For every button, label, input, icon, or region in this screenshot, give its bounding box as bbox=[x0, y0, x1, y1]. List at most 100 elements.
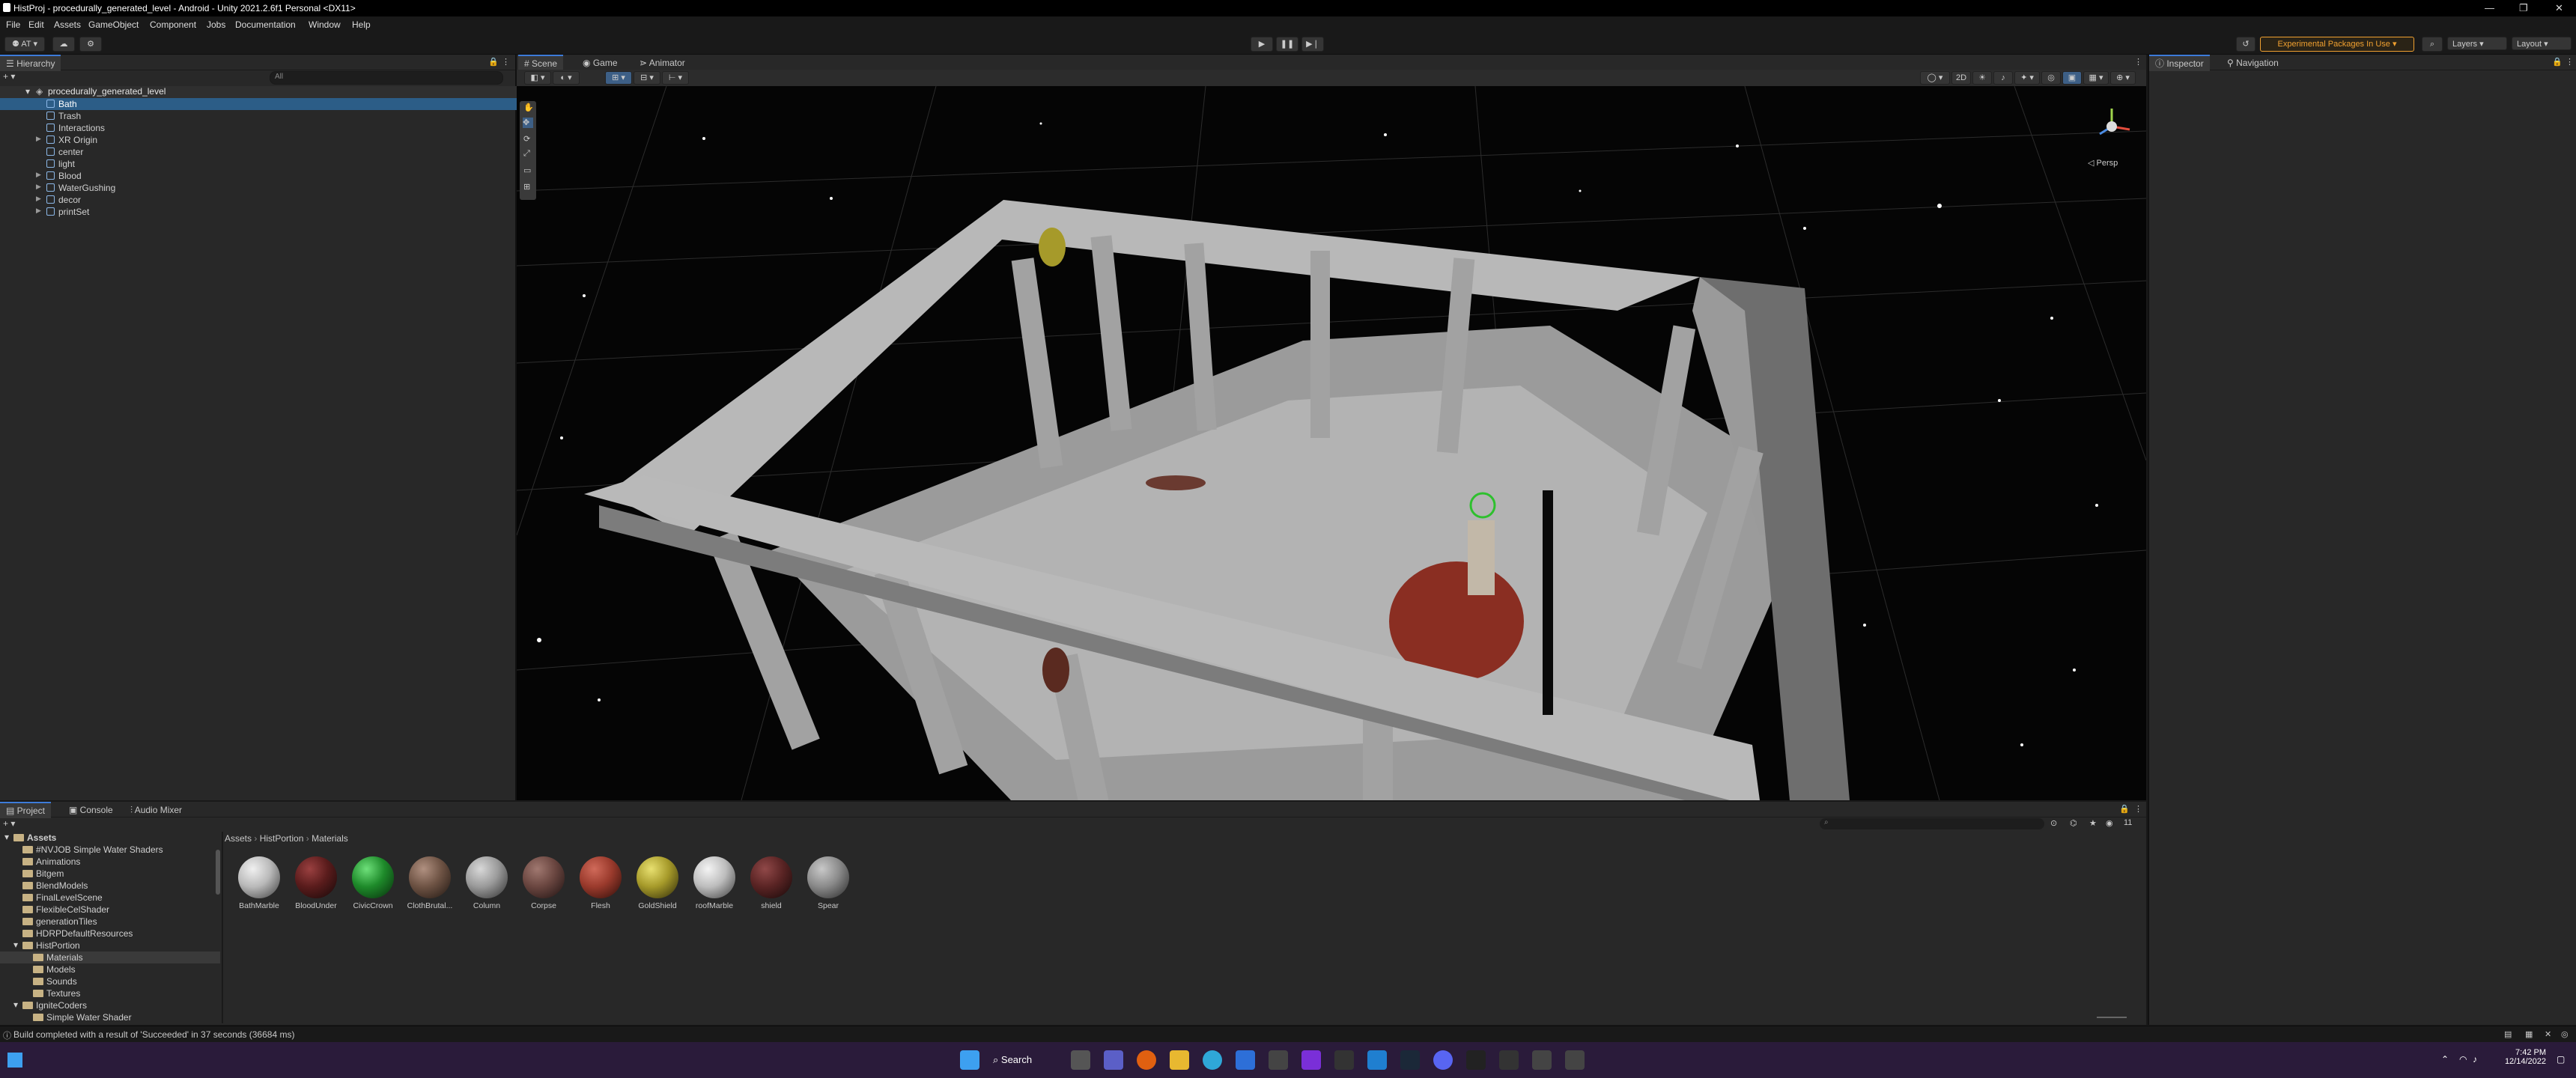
step-button[interactable]: ▶❘ bbox=[1301, 37, 1324, 52]
auto-generate-icon[interactable]: ◎ bbox=[2561, 1029, 2569, 1039]
gizmos-dropdown[interactable]: ⊕ ▾ bbox=[2110, 71, 2136, 85]
zoom-slider[interactable] bbox=[2097, 1017, 2127, 1018]
asset-tile[interactable]: Spear bbox=[804, 852, 852, 910]
unity-hub-icon[interactable] bbox=[1499, 1050, 1519, 1070]
collab-icon[interactable]: ⚙ bbox=[79, 37, 102, 52]
taskbar-search-button[interactable]: ⌕ Search bbox=[993, 1050, 1062, 1071]
collapsed-arrow-icon[interactable]: ▶ bbox=[36, 207, 41, 215]
tree-item[interactable]: Simple Water Shader bbox=[0, 1011, 220, 1023]
cache-server-icon[interactable]: ▦ bbox=[2525, 1029, 2533, 1039]
menu-file[interactable]: File bbox=[6, 19, 20, 30]
tree-item[interactable]: Bitgem bbox=[0, 868, 220, 880]
label-filter-icon[interactable]: ⌬ bbox=[2070, 818, 2077, 828]
menu-documentation[interactable]: Documentation bbox=[235, 19, 296, 30]
tab-scene[interactable]: # Scene bbox=[518, 55, 564, 71]
hierarchy-search-input[interactable]: All bbox=[270, 71, 503, 85]
add-object-button[interactable]: + ▾ bbox=[3, 71, 25, 83]
pause-button[interactable]: ❚❚ bbox=[1276, 37, 1298, 52]
create-asset-button[interactable]: + ▾ bbox=[3, 818, 15, 829]
hidden-packages-icon[interactable]: ◉ bbox=[2106, 818, 2113, 828]
menu-gameobject[interactable]: GameObject bbox=[88, 19, 139, 30]
tab-console[interactable]: ▣ Console bbox=[63, 803, 119, 817]
breadcrumb-materials[interactable]: Materials bbox=[312, 833, 348, 844]
tree-item[interactable]: Models bbox=[0, 963, 220, 975]
asset-tile[interactable]: Corpse bbox=[520, 852, 568, 910]
steam-icon[interactable] bbox=[1400, 1050, 1420, 1070]
minimize-icon[interactable]: — bbox=[2485, 2, 2494, 13]
tree-item[interactable]: Textures bbox=[0, 987, 220, 999]
asset-tile[interactable]: BathMarble bbox=[235, 852, 283, 910]
wifi-icon[interactable]: ◠ bbox=[2459, 1054, 2467, 1065]
asset-tile[interactable]: CivicCrown bbox=[349, 852, 397, 910]
undo-history-icon[interactable]: ↺ bbox=[2236, 37, 2255, 52]
lock-icon[interactable]: 🔒 bbox=[2119, 804, 2130, 814]
tree-item[interactable]: ▾ HistPortion bbox=[0, 940, 220, 951]
widgets-icon[interactable] bbox=[7, 1053, 22, 1068]
orientation-dropdown[interactable]: ◯ ▾ bbox=[1920, 71, 1950, 85]
menu-window[interactable]: Window bbox=[309, 19, 341, 30]
menu-help[interactable]: Help bbox=[352, 19, 371, 30]
account-button[interactable]: ⚉ AT ▾ bbox=[4, 37, 45, 52]
audio-toggle-icon[interactable]: ♪ bbox=[1993, 71, 2013, 85]
asset-tile[interactable]: BloodUnder bbox=[292, 852, 340, 910]
kebab-menu-icon[interactable]: ⋮ bbox=[2134, 804, 2142, 814]
tab-hierarchy[interactable]: ☰ Hierarchy bbox=[0, 55, 61, 71]
tree-scrollbar[interactable] bbox=[216, 850, 220, 895]
pivot-toggle[interactable]: ⊞ ▾ bbox=[605, 71, 632, 85]
tab-navigation[interactable]: ⚲ Navigation bbox=[2221, 56, 2285, 70]
collapsed-arrow-icon[interactable]: ▶ bbox=[36, 183, 41, 191]
scale-tool-icon[interactable]: ⤢ bbox=[523, 149, 530, 159]
expand-arrow-icon[interactable]: ▾ bbox=[13, 999, 18, 1010]
asset-tile[interactable]: ClothBrutal... bbox=[406, 852, 454, 910]
hand-tool-icon[interactable]: ✋ bbox=[523, 103, 534, 112]
tree-item[interactable]: FlexibleCelShader bbox=[0, 904, 220, 916]
asset-tile[interactable]: shield bbox=[747, 852, 795, 910]
play-button[interactable]: ▶ bbox=[1251, 37, 1273, 52]
progress-icon[interactable]: ▤ bbox=[2504, 1029, 2512, 1039]
tab-animator[interactable]: ⋗ Animator bbox=[634, 56, 691, 70]
collapsed-arrow-icon[interactable]: ▶ bbox=[36, 171, 41, 179]
mixed-reality-icon[interactable] bbox=[1301, 1050, 1321, 1070]
orientation-gizmo[interactable] bbox=[2089, 104, 2134, 149]
hierarchy-item-interactions[interactable]: Interactions bbox=[0, 122, 517, 134]
favorite-icon[interactable]: ★ bbox=[2089, 818, 2097, 828]
hierarchy-item-printset[interactable]: ▶ printSet bbox=[0, 206, 517, 218]
camera-settings-dropdown[interactable]: ▦ ▾ bbox=[2083, 71, 2109, 85]
lock-icon[interactable]: 🔒 bbox=[488, 57, 499, 67]
2d-toggle[interactable]: 2D bbox=[1951, 71, 1971, 85]
tree-item[interactable]: Animations bbox=[0, 856, 220, 868]
lighting-toggle-icon[interactable]: ☀ bbox=[1972, 71, 1992, 85]
scene-camera-icon[interactable]: ▣ bbox=[2062, 71, 2082, 85]
tray-chevron-icon[interactable]: ⌃ bbox=[2441, 1054, 2449, 1065]
expand-arrow-icon[interactable]: ▾ bbox=[4, 832, 9, 842]
teams-icon[interactable] bbox=[1104, 1050, 1123, 1070]
notification-icon[interactable]: ▢ bbox=[2557, 1054, 2565, 1065]
discord-icon[interactable] bbox=[1433, 1050, 1453, 1070]
app-icon[interactable] bbox=[1269, 1050, 1288, 1070]
expand-arrow-icon[interactable]: ▾ bbox=[25, 86, 30, 97]
menu-edit[interactable]: Edit bbox=[28, 19, 44, 30]
hierarchy-item-xr-origin[interactable]: ▶ XR Origin bbox=[0, 134, 517, 146]
task-view-icon[interactable] bbox=[1071, 1050, 1090, 1070]
kebab-menu-icon[interactable]: ⋮ bbox=[2566, 57, 2574, 67]
asset-tile[interactable]: Flesh bbox=[577, 852, 625, 910]
hierarchy-item-trash[interactable]: Trash bbox=[0, 110, 517, 122]
scene-viewport[interactable]: ✋ ✥ ⟳ ⤢ ▭ ⊞ ◁ Persp bbox=[517, 86, 2146, 800]
search-icon[interactable]: ⌕ bbox=[2422, 37, 2443, 52]
hierarchy-item-light[interactable]: light bbox=[0, 158, 517, 170]
collapsed-arrow-icon[interactable]: ▶ bbox=[36, 195, 41, 203]
asset-tile[interactable]: roofMarble bbox=[690, 852, 738, 910]
lock-icon[interactable]: 🔒 bbox=[2552, 57, 2563, 67]
move-tool-icon[interactable]: ✥ bbox=[523, 118, 533, 128]
transform-tool-icon[interactable]: ⊞ bbox=[523, 182, 530, 192]
tab-inspector[interactable]: ⓘ Inspector bbox=[2149, 55, 2210, 71]
tree-item-selected[interactable]: Materials bbox=[0, 951, 220, 963]
menu-component[interactable]: Component bbox=[150, 19, 196, 30]
tree-item[interactable]: BlendModels bbox=[0, 880, 220, 892]
layout-dropdown[interactable]: Layout ▾ bbox=[2512, 37, 2572, 50]
cloud-icon[interactable]: ☁ bbox=[52, 37, 75, 52]
oculus-icon[interactable] bbox=[1466, 1050, 1486, 1070]
asset-tile[interactable]: GoldShield bbox=[634, 852, 681, 910]
perspective-label[interactable]: ◁ Persp bbox=[2088, 158, 2118, 168]
tree-item[interactable]: HDRPDefaultResources bbox=[0, 928, 220, 940]
